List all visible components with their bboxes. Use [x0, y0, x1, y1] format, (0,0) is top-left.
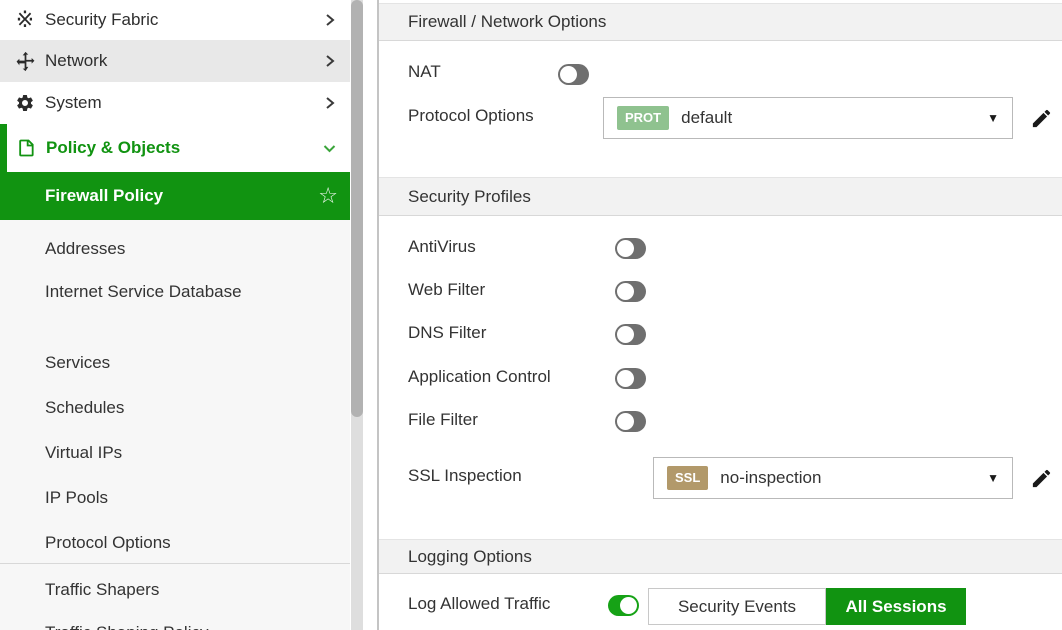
section-header-security-profiles: Security Profiles — [379, 177, 1062, 216]
sidebar-scrollbar-thumb[interactable] — [351, 0, 363, 417]
security-fabric-icon: ※ — [12, 9, 38, 31]
sidebar-item-schedules[interactable]: Schedules — [45, 394, 280, 421]
sidebar: ※ Security Fabric Network System Policy … — [0, 0, 350, 630]
file-filter-toggle[interactable] — [615, 411, 646, 432]
toggle-knob — [617, 326, 634, 343]
toggle-knob — [620, 597, 637, 614]
ssl-inspection-value: no-inspection — [720, 468, 821, 488]
toggle-knob — [617, 283, 634, 300]
edit-ssl-inspection-button[interactable] — [1030, 467, 1053, 490]
sidebar-item-label: Policy & Objects — [46, 138, 180, 158]
protocol-options-select[interactable]: PROT default ▼ — [603, 97, 1013, 139]
gear-icon — [12, 93, 38, 113]
section-title: Logging Options — [408, 547, 532, 567]
prot-badge: PROT — [617, 106, 669, 130]
sidebar-item-virtual-ips[interactable]: Virtual IPs — [45, 439, 280, 466]
sidebar-item-services[interactable]: Services — [45, 349, 280, 376]
sidebar-item-protocol-options[interactable]: Protocol Options — [45, 529, 280, 556]
section-header-logging-options: Logging Options — [379, 539, 1062, 574]
web-filter-toggle[interactable] — [615, 281, 646, 302]
log-allowed-traffic-label: Log Allowed Traffic — [408, 594, 550, 614]
toggle-knob — [617, 413, 634, 430]
move-arrows-icon — [12, 51, 38, 72]
section-title: Firewall / Network Options — [408, 12, 606, 32]
sidebar-item-traffic-shaping-policy[interactable]: Traffic Shaping Policy — [45, 619, 280, 630]
chevron-right-icon — [323, 96, 337, 110]
security-events-button[interactable]: Security Events — [648, 588, 826, 625]
sidebar-item-firewall-policy[interactable]: Firewall Policy ☆ — [0, 172, 350, 220]
chevron-down-icon — [322, 141, 337, 155]
sidebar-item-addresses[interactable]: Addresses — [45, 235, 280, 262]
sidebar-submenu: Addresses Internet Service Database Serv… — [0, 220, 350, 630]
ssl-badge: SSL — [667, 466, 708, 490]
application-control-label: Application Control — [408, 367, 551, 387]
sidebar-item-network[interactable]: Network — [0, 40, 350, 82]
ssl-inspection-select[interactable]: SSL no-inspection ▼ — [653, 457, 1013, 499]
dns-filter-label: DNS Filter — [408, 323, 486, 343]
protocol-options-label: Protocol Options — [408, 106, 534, 126]
toggle-knob — [617, 370, 634, 387]
document-icon — [13, 138, 39, 158]
sidebar-item-label: System — [45, 93, 102, 113]
protocol-options-value: default — [681, 108, 732, 128]
sidebar-item-label: Network — [45, 51, 107, 71]
dns-filter-toggle[interactable] — [615, 324, 646, 345]
sidebar-item-ip-pools[interactable]: IP Pools — [45, 484, 280, 511]
toggle-knob — [560, 66, 577, 83]
web-filter-label: Web Filter — [408, 280, 485, 300]
sidebar-divider — [0, 563, 350, 564]
chevron-down-icon: ▼ — [987, 471, 999, 485]
chevron-right-icon — [323, 54, 337, 68]
star-icon[interactable]: ☆ — [318, 185, 338, 207]
edit-protocol-options-button[interactable] — [1030, 107, 1053, 130]
sidebar-item-label: Firewall Policy — [45, 186, 163, 206]
nat-toggle[interactable] — [558, 64, 589, 85]
policy-edit-pane: Firewall / Network Options NAT Protocol … — [379, 0, 1062, 630]
toggle-knob — [617, 240, 634, 257]
log-allowed-traffic-toggle[interactable] — [608, 595, 639, 616]
sidebar-item-security-fabric[interactable]: ※ Security Fabric — [0, 0, 350, 40]
all-sessions-button[interactable]: All Sessions — [826, 588, 966, 625]
section-header-firewall-network-options: Firewall / Network Options — [379, 3, 1062, 41]
antivirus-label: AntiVirus — [408, 237, 476, 257]
ssl-inspection-label: SSL Inspection — [408, 466, 522, 486]
chevron-down-icon: ▼ — [987, 111, 999, 125]
antivirus-toggle[interactable] — [615, 238, 646, 259]
section-title: Security Profiles — [408, 187, 531, 207]
nat-label: NAT — [408, 62, 441, 82]
application-control-toggle[interactable] — [615, 368, 646, 389]
sidebar-item-internet-service-database[interactable]: Internet Service Database — [45, 278, 280, 305]
sidebar-item-system[interactable]: System — [0, 82, 350, 124]
sidebar-item-label: Security Fabric — [45, 10, 158, 30]
chevron-right-icon — [323, 13, 337, 27]
file-filter-label: File Filter — [408, 410, 478, 430]
sidebar-item-policy-objects[interactable]: Policy & Objects — [0, 124, 350, 172]
sidebar-item-traffic-shapers[interactable]: Traffic Shapers — [45, 576, 280, 603]
